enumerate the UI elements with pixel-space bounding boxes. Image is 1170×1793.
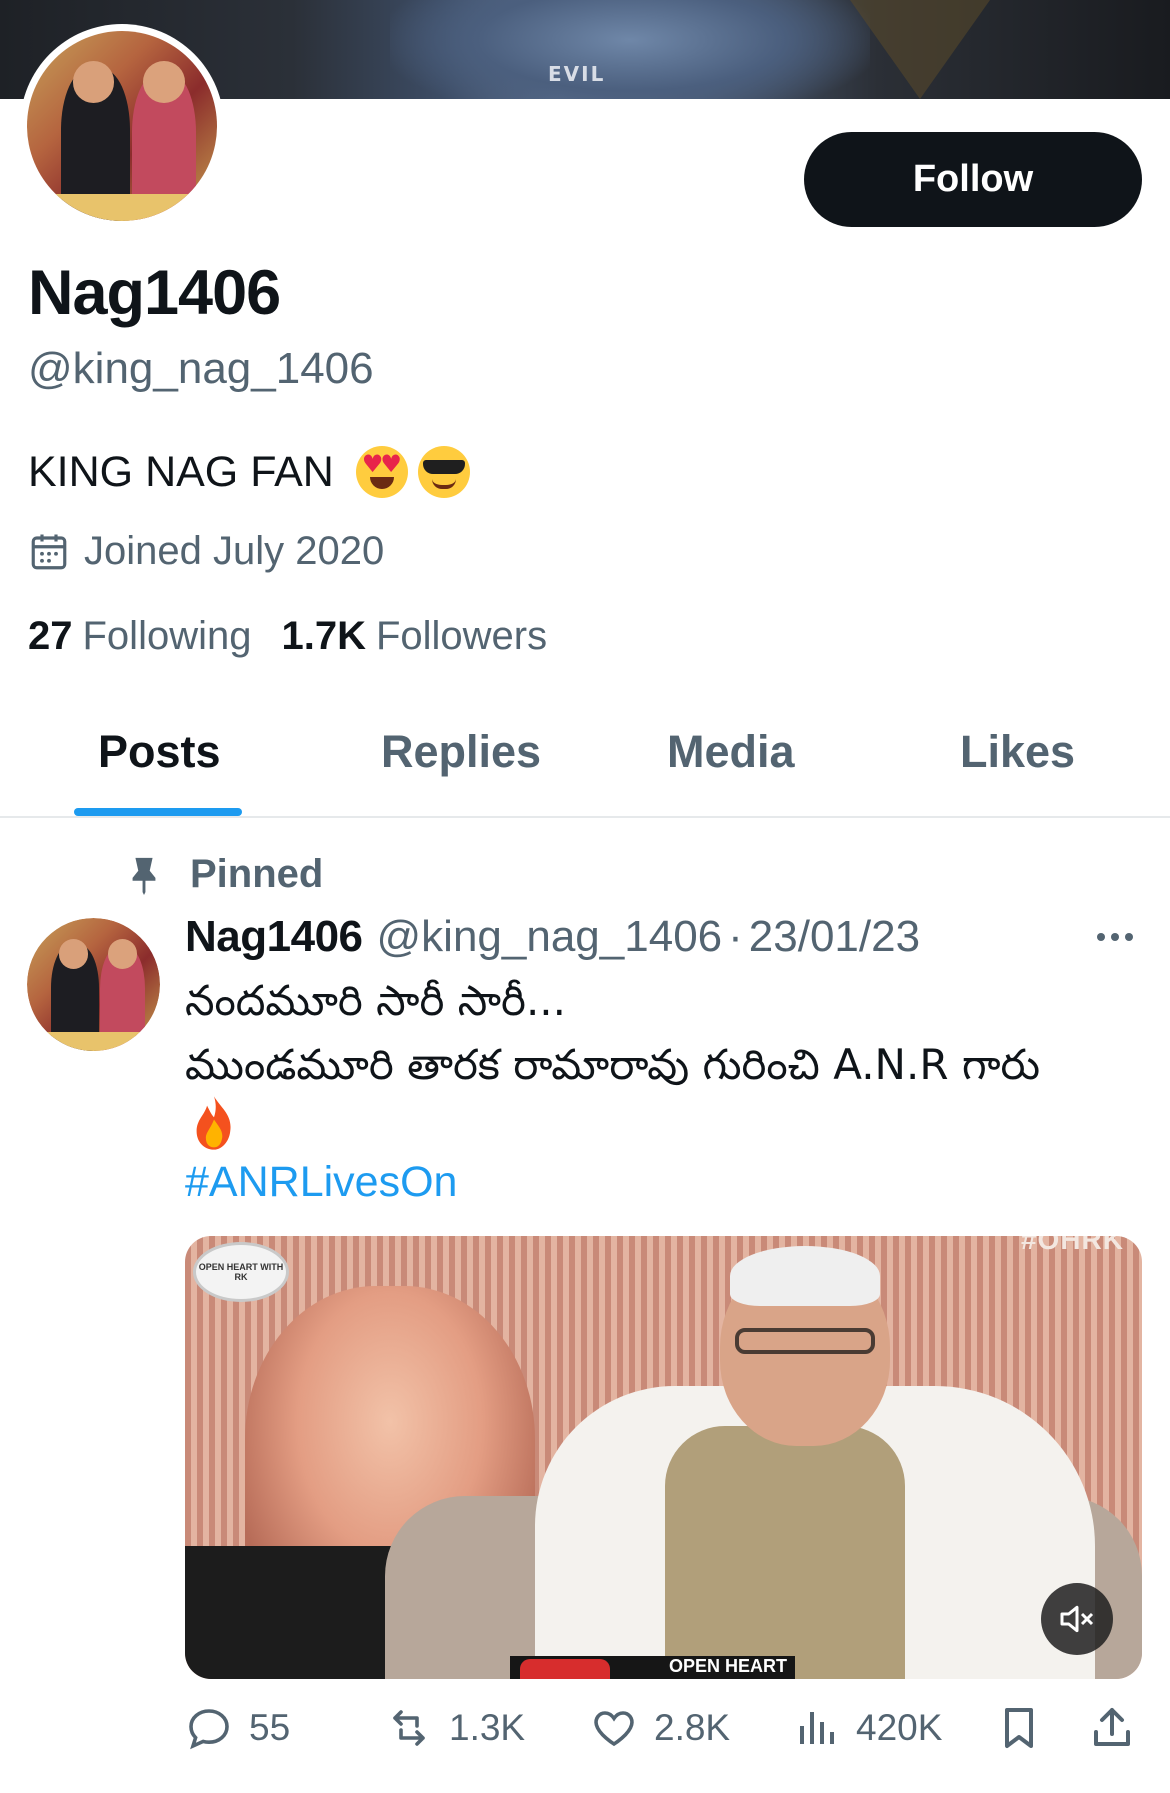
post-actions: 55 1.3K 2.8K 420K: [0, 1700, 1170, 1760]
repost-icon: [393, 1710, 425, 1746]
post-hashtag[interactable]: #ANRLivesOn: [185, 1158, 457, 1207]
subscribe-badge: [520, 1659, 610, 1679]
pinned-indicator: Pinned: [126, 852, 323, 897]
tab-likes[interactable]: Likes: [960, 726, 1075, 778]
followers-count: 1.7K: [281, 614, 366, 658]
following-label: Following: [82, 614, 252, 658]
profile-handle: @king_nag_1406: [28, 344, 374, 393]
heart-icon: [594, 1711, 634, 1747]
bio-text: KING NAG FAN: [28, 447, 334, 496]
video-person-glasses: [735, 1328, 875, 1354]
reply-count: 55: [249, 1707, 291, 1748]
video-channel-logo: OPEN HEART WITH RK: [193, 1242, 289, 1302]
banner-figure: [390, 0, 870, 99]
pin-icon: [132, 857, 156, 895]
post-text-line-1: నందమూరి సారీ సారీ...: [185, 976, 566, 1025]
post-date[interactable]: 23/01/23: [749, 912, 920, 962]
muted-speaker-icon: [1060, 1605, 1094, 1633]
post-text-line-2: ముండమూరి తారక రామారావు గురించి A.N.R గార…: [185, 1040, 1040, 1089]
video-bottom-text: OPEN HEART: [668, 1656, 787, 1676]
profile-page: EVIL Follow Nag1406 @king_nag_1406 KING …: [0, 0, 1170, 1793]
bookmark-icon: [1005, 1708, 1033, 1748]
video-person-scarf: [665, 1426, 905, 1679]
video-bottom-banner: OPEN HEART: [510, 1656, 795, 1679]
banner-text: EVIL: [548, 62, 606, 86]
more-options-icon[interactable]: [1092, 922, 1138, 952]
views-button[interactable]: 420K: [792, 1704, 942, 1752]
like-count: 2.8K: [654, 1707, 731, 1748]
joined-text: Joined July 2020: [84, 529, 385, 573]
follow-stats: 27 Following 1.7K Followers: [28, 614, 547, 659]
post-author-handle[interactable]: @king_nag_1406: [377, 912, 723, 962]
followers-link[interactable]: 1.7K Followers: [281, 614, 547, 659]
fire-emoji-icon: [196, 1096, 231, 1150]
bookmark-button[interactable]: [995, 1704, 1059, 1752]
repost-button[interactable]: 1.3K: [385, 1704, 525, 1752]
post-separator: ·: [728, 912, 743, 961]
reply-button[interactable]: 55: [185, 1704, 290, 1752]
share-button[interactable]: [1088, 1704, 1152, 1752]
profile-tabs: Posts Replies Media Likes: [0, 700, 1170, 818]
avatar-image: [27, 31, 217, 221]
repost-count: 1.3K: [449, 1707, 526, 1748]
joined-date: Joined July 2020: [28, 529, 384, 574]
sunglasses-emoji-icon: [417, 446, 470, 498]
post-author-name[interactable]: Nag1406: [185, 912, 363, 962]
following-count: 27: [28, 614, 73, 658]
followers-label: Followers: [375, 614, 548, 658]
analytics-icon: [800, 1712, 834, 1744]
heart-eyes-emoji-icon: [355, 446, 408, 498]
profile-bio: KING NAG FAN: [28, 446, 470, 498]
views-count: 420K: [856, 1707, 943, 1748]
video-overlay-tag: #OHRK: [1020, 1236, 1124, 1255]
active-tab-indicator: [74, 808, 242, 816]
reply-icon: [189, 1709, 229, 1750]
profile-avatar[interactable]: [20, 24, 224, 228]
share-icon: [1094, 1708, 1130, 1746]
follow-button[interactable]: Follow: [804, 132, 1142, 227]
display-name: Nag1406: [28, 258, 281, 328]
tab-media[interactable]: Media: [667, 726, 795, 778]
post-author-avatar[interactable]: [27, 918, 160, 1051]
post-video[interactable]: OPEN HEART WITH RK #OHRK OPEN HEART: [185, 1236, 1142, 1679]
tab-posts[interactable]: Posts: [98, 726, 221, 778]
pinned-label: Pinned: [190, 852, 324, 896]
following-link[interactable]: 27 Following: [28, 614, 251, 659]
video-person-hair: [730, 1246, 880, 1306]
calendar-icon: [31, 534, 67, 569]
post-header: Nag1406 @king_nag_1406 · 23/01/23: [185, 912, 920, 962]
mute-toggle-button[interactable]: [1041, 1583, 1113, 1655]
like-button[interactable]: 2.8K: [590, 1704, 730, 1752]
banner-shape: [850, 0, 990, 99]
tab-replies[interactable]: Replies: [381, 726, 541, 778]
post-avatar-image: [27, 918, 160, 1051]
